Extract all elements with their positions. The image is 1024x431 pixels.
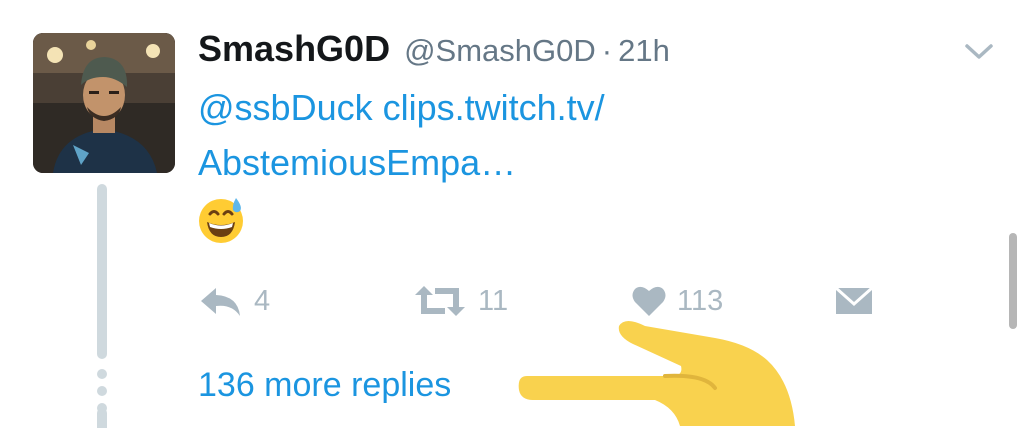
tweet-link-line-2[interactable]: AbstemiousEmpa… bbox=[198, 135, 758, 190]
user-handle[interactable]: @SmashG0D bbox=[404, 33, 596, 69]
thread-dots bbox=[97, 369, 107, 413]
envelope-icon bbox=[835, 286, 873, 314]
grinning-face-with-sweat-emoji bbox=[196, 195, 246, 245]
display-name[interactable]: SmashG0D bbox=[198, 28, 390, 70]
tweet-text[interactable]: @ssbDuck clips.twitch.tv/ AbstemiousEmpa… bbox=[198, 80, 758, 190]
avatar-photo bbox=[33, 33, 175, 173]
tweet-header: SmashG0D @SmashG0D · 21h bbox=[198, 28, 670, 74]
reply-count: 4 bbox=[254, 284, 271, 317]
more-replies-link[interactable]: 136 more replies bbox=[198, 366, 451, 405]
reply-icon bbox=[201, 288, 240, 316]
thread-line-tail bbox=[97, 408, 107, 428]
scrollbar[interactable] bbox=[1009, 233, 1017, 329]
tweet-link-line-1[interactable]: @ssbDuck clips.twitch.tv/ bbox=[198, 80, 758, 135]
direct-message-button[interactable] bbox=[834, 276, 874, 326]
retweet-button[interactable]: 11 bbox=[412, 276, 508, 326]
avatar[interactable] bbox=[33, 33, 175, 173]
thread-line bbox=[97, 184, 107, 359]
reply-button[interactable]: 4 bbox=[198, 276, 270, 326]
pointing-hand-emoji bbox=[505, 312, 805, 426]
retweet-icon bbox=[415, 286, 465, 316]
timestamp[interactable]: 21h bbox=[618, 33, 670, 69]
meta-separator: · bbox=[601, 33, 613, 68]
chevron-down-icon[interactable] bbox=[962, 34, 996, 68]
retweet-count: 11 bbox=[478, 284, 509, 317]
